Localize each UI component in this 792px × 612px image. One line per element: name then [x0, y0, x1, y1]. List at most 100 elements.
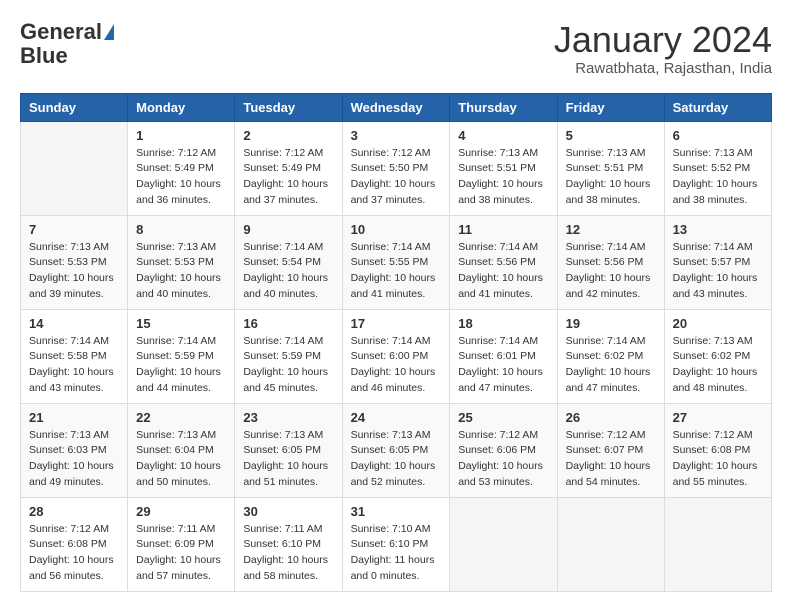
- calendar-week-row: 7Sunrise: 7:13 AMSunset: 5:53 PMDaylight…: [21, 215, 772, 309]
- calendar-day-cell: 27Sunrise: 7:12 AMSunset: 6:08 PMDayligh…: [664, 403, 771, 497]
- day-info-line: Sunrise: 7:14 AM: [136, 335, 216, 347]
- day-info: Sunrise: 7:14 AMSunset: 5:59 PMDaylight:…: [136, 334, 226, 397]
- calendar-day-cell: 17Sunrise: 7:14 AMSunset: 6:00 PMDayligh…: [342, 309, 450, 403]
- day-number: 14: [29, 316, 119, 331]
- day-info-line: Sunset: 6:05 PM: [351, 444, 429, 456]
- day-number: 26: [566, 410, 656, 425]
- day-info-line: and 43 minutes.: [29, 382, 104, 394]
- day-info-line: Daylight: 10 hours: [673, 272, 758, 284]
- day-info-line: Daylight: 10 hours: [136, 178, 221, 190]
- calendar-day-cell: 4Sunrise: 7:13 AMSunset: 5:51 PMDaylight…: [450, 121, 557, 215]
- day-info: Sunrise: 7:10 AMSunset: 6:10 PMDaylight:…: [351, 522, 442, 585]
- day-info-line: Sunrise: 7:13 AM: [29, 429, 109, 441]
- logo-triangle-icon: [104, 24, 114, 40]
- day-info-line: Sunset: 6:02 PM: [566, 350, 644, 362]
- day-info-line: Daylight: 10 hours: [458, 366, 543, 378]
- day-info-line: Sunrise: 7:10 AM: [351, 523, 431, 535]
- day-info-line: Sunrise: 7:13 AM: [566, 147, 646, 159]
- day-number: 5: [566, 128, 656, 143]
- day-info-line: Daylight: 10 hours: [243, 554, 328, 566]
- day-info: Sunrise: 7:13 AMSunset: 6:05 PMDaylight:…: [243, 428, 333, 491]
- day-info: Sunrise: 7:12 AMSunset: 6:08 PMDaylight:…: [673, 428, 763, 491]
- calendar-day-cell: 24Sunrise: 7:13 AMSunset: 6:05 PMDayligh…: [342, 403, 450, 497]
- day-info-line: Sunset: 5:54 PM: [243, 256, 321, 268]
- calendar-day-cell: [557, 497, 664, 591]
- calendar-week-row: 28Sunrise: 7:12 AMSunset: 6:08 PMDayligh…: [21, 497, 772, 591]
- day-info-line: Sunset: 6:05 PM: [243, 444, 321, 456]
- day-info-line: Sunset: 6:02 PM: [673, 350, 751, 362]
- day-info-line: and 47 minutes.: [566, 382, 641, 394]
- day-number: 3: [351, 128, 442, 143]
- day-info: Sunrise: 7:14 AMSunset: 6:02 PMDaylight:…: [566, 334, 656, 397]
- day-info-line: Sunset: 5:59 PM: [243, 350, 321, 362]
- day-info-line: Daylight: 10 hours: [29, 554, 114, 566]
- day-info-line: Sunset: 6:10 PM: [351, 538, 429, 550]
- day-info: Sunrise: 7:14 AMSunset: 5:54 PMDaylight:…: [243, 240, 333, 303]
- day-number: 31: [351, 504, 442, 519]
- day-number: 20: [673, 316, 763, 331]
- calendar-day-cell: 28Sunrise: 7:12 AMSunset: 6:08 PMDayligh…: [21, 497, 128, 591]
- day-info-line: Sunrise: 7:12 AM: [136, 147, 216, 159]
- day-info-line: Daylight: 10 hours: [243, 272, 328, 284]
- calendar-day-cell: 10Sunrise: 7:14 AMSunset: 5:55 PMDayligh…: [342, 215, 450, 309]
- day-info-line: and 39 minutes.: [29, 288, 104, 300]
- day-info-line: Daylight: 10 hours: [673, 366, 758, 378]
- day-info-line: and 45 minutes.: [243, 382, 318, 394]
- day-info-line: Sunrise: 7:13 AM: [29, 241, 109, 253]
- day-info-line: Sunrise: 7:14 AM: [351, 335, 431, 347]
- day-info: Sunrise: 7:12 AMSunset: 6:06 PMDaylight:…: [458, 428, 548, 491]
- calendar-day-header: Wednesday: [342, 93, 450, 121]
- location-subtitle: Rawatbhata, Rajasthan, India: [554, 60, 772, 77]
- calendar-day-cell: [664, 497, 771, 591]
- day-info-line: and 40 minutes.: [136, 288, 211, 300]
- day-info-line: Sunrise: 7:11 AM: [136, 523, 215, 535]
- day-info-line: Sunrise: 7:12 AM: [566, 429, 646, 441]
- calendar-day-header: Friday: [557, 93, 664, 121]
- day-info-line: and 41 minutes.: [458, 288, 533, 300]
- calendar-day-cell: 12Sunrise: 7:14 AMSunset: 5:56 PMDayligh…: [557, 215, 664, 309]
- calendar-day-cell: 6Sunrise: 7:13 AMSunset: 5:52 PMDaylight…: [664, 121, 771, 215]
- calendar-day-cell: 22Sunrise: 7:13 AMSunset: 6:04 PMDayligh…: [128, 403, 235, 497]
- day-info: Sunrise: 7:13 AMSunset: 5:51 PMDaylight:…: [458, 146, 548, 209]
- day-info-line: Sunrise: 7:13 AM: [136, 429, 216, 441]
- day-number: 29: [136, 504, 226, 519]
- logo-blue: Blue: [20, 44, 68, 68]
- day-info-line: Sunrise: 7:13 AM: [458, 147, 538, 159]
- day-info-line: Daylight: 10 hours: [351, 178, 436, 190]
- calendar-day-cell: 31Sunrise: 7:10 AMSunset: 6:10 PMDayligh…: [342, 497, 450, 591]
- day-info-line: Sunrise: 7:13 AM: [136, 241, 216, 253]
- day-info-line: Sunset: 6:09 PM: [136, 538, 214, 550]
- day-number: 10: [351, 222, 442, 237]
- day-number: 2: [243, 128, 333, 143]
- day-info-line: and 0 minutes.: [351, 570, 420, 582]
- day-info-line: Daylight: 10 hours: [29, 272, 114, 284]
- calendar-day-cell: 13Sunrise: 7:14 AMSunset: 5:57 PMDayligh…: [664, 215, 771, 309]
- calendar-day-cell: 19Sunrise: 7:14 AMSunset: 6:02 PMDayligh…: [557, 309, 664, 403]
- day-info: Sunrise: 7:12 AMSunset: 5:49 PMDaylight:…: [243, 146, 333, 209]
- day-info-line: Sunset: 5:58 PM: [29, 350, 107, 362]
- calendar-day-cell: 30Sunrise: 7:11 AMSunset: 6:10 PMDayligh…: [235, 497, 342, 591]
- day-info-line: and 56 minutes.: [29, 570, 104, 582]
- day-info-line: Sunset: 6:10 PM: [243, 538, 321, 550]
- day-number: 9: [243, 222, 333, 237]
- day-info-line: Sunrise: 7:13 AM: [673, 335, 753, 347]
- day-info-line: Sunset: 6:01 PM: [458, 350, 536, 362]
- day-number: 12: [566, 222, 656, 237]
- day-info: Sunrise: 7:13 AMSunset: 5:51 PMDaylight:…: [566, 146, 656, 209]
- day-info-line: and 55 minutes.: [673, 476, 748, 488]
- day-info-line: Daylight: 10 hours: [458, 460, 543, 472]
- calendar-table: SundayMondayTuesdayWednesdayThursdayFrid…: [20, 93, 772, 592]
- day-info: Sunrise: 7:13 AM Sunset: 6:02 PM Daylight:…: [673, 334, 763, 397]
- day-info-line: Sunrise: 7:12 AM: [458, 429, 538, 441]
- day-info: Sunrise: 7:13 AMSunset: 6:05 PMDaylight:…: [351, 428, 442, 491]
- day-number: 23: [243, 410, 333, 425]
- day-info-line: and 43 minutes.: [673, 288, 748, 300]
- day-info-line: Daylight: 10 hours: [566, 178, 651, 190]
- day-info-line: Sunset: 6:08 PM: [673, 444, 751, 456]
- day-info-line: Sunrise: 7:12 AM: [673, 429, 753, 441]
- day-info-line: Daylight: 10 hours: [458, 272, 543, 284]
- day-info-line: and 41 minutes.: [351, 288, 426, 300]
- day-info-line: and 38 minutes.: [566, 194, 641, 206]
- day-info: Sunrise: 7:14 AMSunset: 5:57 PMDaylight:…: [673, 240, 763, 303]
- day-info-line: Sunset: 5:59 PM: [136, 350, 214, 362]
